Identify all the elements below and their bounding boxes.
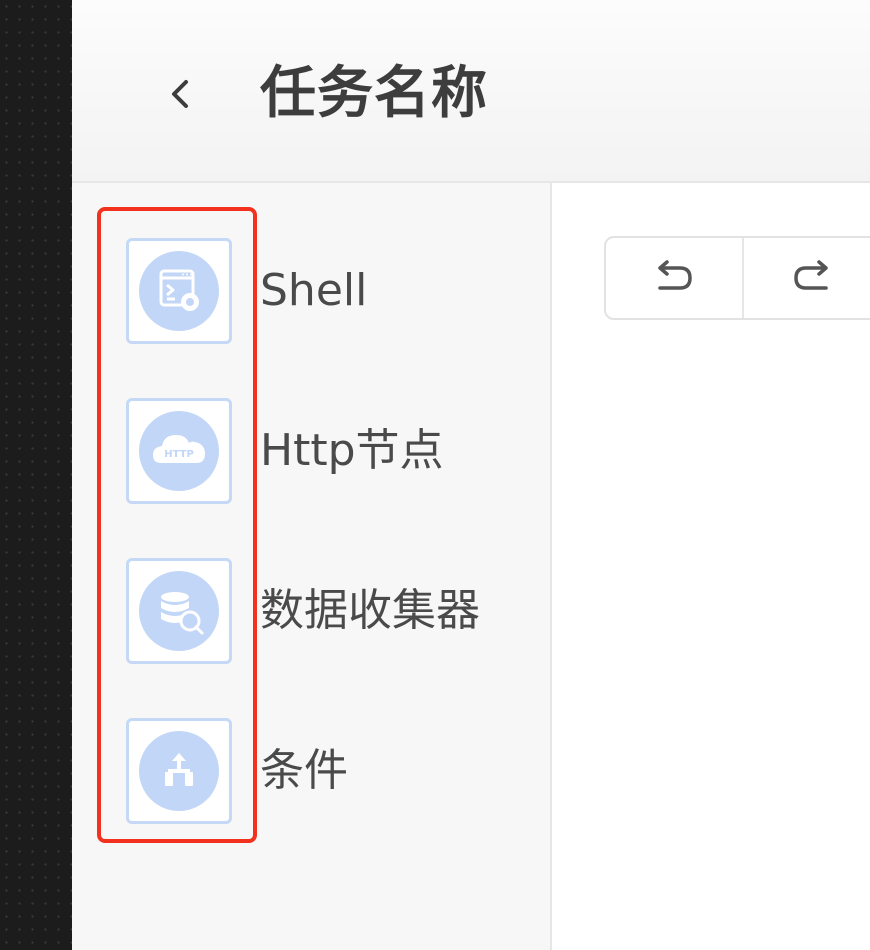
dark-side-strip (0, 0, 72, 950)
page-title: 任务名称 (260, 61, 488, 126)
node-tile[interactable] (126, 238, 232, 344)
undo-icon (658, 260, 692, 290)
editor-canvas[interactable] (552, 183, 870, 950)
canvas-toolbar (604, 236, 870, 320)
node-tile[interactable] (126, 558, 232, 664)
node-label: 数据收集器 (260, 585, 480, 636)
chevron-left-icon (172, 80, 188, 108)
node-label: 条件 (260, 745, 348, 796)
cloud-http-icon: HTTP (139, 411, 219, 491)
node-tile[interactable]: HTTP (126, 398, 232, 504)
app-window: 任务名称 Shell HTTP Http节点 数据收集器 条件 (0, 0, 870, 950)
node-item-shell[interactable]: Shell (126, 238, 526, 344)
back-button[interactable] (162, 70, 198, 118)
node-item-condition[interactable]: 条件 (126, 718, 526, 824)
node-label: Shell (260, 265, 368, 316)
header-bar: 任务名称 (72, 0, 870, 183)
node-sidebar: Shell HTTP Http节点 数据收集器 条件 (72, 183, 552, 950)
node-item-data-collector[interactable]: 数据收集器 (126, 558, 526, 664)
redo-icon (794, 260, 828, 290)
node-item-http[interactable]: HTTP Http节点 (126, 398, 526, 504)
branch-icon (139, 731, 219, 811)
svg-text:HTTP: HTTP (164, 449, 194, 460)
undo-button[interactable] (606, 238, 744, 318)
node-tile[interactable] (126, 718, 232, 824)
redo-button[interactable] (744, 238, 870, 318)
node-label: Http节点 (260, 425, 444, 476)
terminal-settings-icon (139, 251, 219, 331)
database-search-icon (139, 571, 219, 651)
